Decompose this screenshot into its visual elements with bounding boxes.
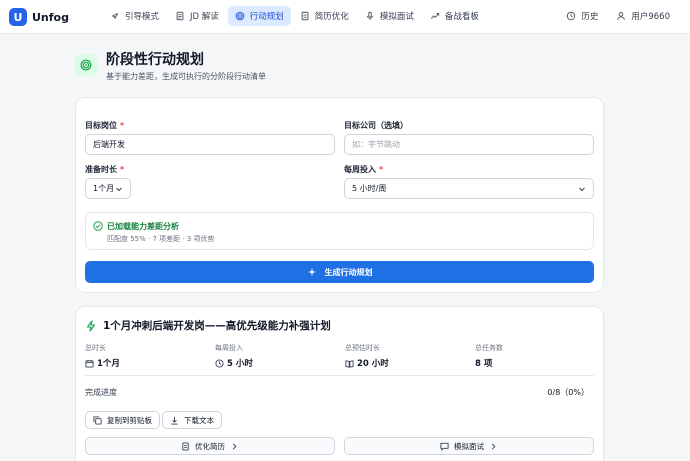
trend-icon [430,13,440,19]
generate-plan-button[interactable]: 生成行动规划 [85,261,594,283]
user-name: 用户9660 [631,12,670,22]
target-role-label: 目标岗位 * [85,121,125,130]
duration-label: 准备时长 * [85,165,125,174]
book-icon [345,359,354,368]
history-label: 历史 [581,12,599,22]
duration-select[interactable]: 1个月 [85,178,131,199]
page-subtitle: 基于能力差距，生成可执行的分阶段行动清单 [106,72,266,81]
stat-label: 总预估时长 [345,344,380,352]
user-nav: 历史 用户9660 [560,6,676,26]
nav-item-label: 备战看板 [444,12,479,22]
stat-task-count: 总任务数 8 项 [475,343,503,369]
history-icon [567,11,576,21]
chevron-down-icon [579,187,585,191]
stat-weekly-time: 每周投入 5 小时 [215,343,253,369]
gap-analysis-summary: 匹配度 55% · 7 项差距 · 3 项优势 [107,235,215,243]
file-edit-icon [182,441,189,451]
nav-item-label: 简历优化 [314,12,349,22]
download-text-button[interactable]: 下载文本 [162,411,222,429]
chevron-down-icon [116,187,122,191]
chevron-right-icon [491,442,496,450]
microphone-icon [366,11,373,20]
brand-name: Unfog [32,10,69,24]
user-menu-button[interactable]: 用户9660 [610,6,676,26]
copy-icon [93,415,102,425]
page-title: 阶段性行动规划 [106,52,204,68]
download-icon [171,416,178,425]
document-icon [176,11,184,21]
weekly-label: 每周投入 * [344,165,384,174]
unfog-logo-icon: U [9,8,27,26]
target-icon [235,11,245,21]
nav-item-label: 模拟面试 [379,12,414,22]
nav-item-label: JD 解读 [190,12,219,22]
chevron-right-icon [232,442,237,450]
optimize-resume-label: 优化简历 [195,441,225,451]
copy-label: 复制到剪贴板 [107,415,152,425]
stat-total-duration: 总时长 1个月 [85,343,120,369]
nav-item-action-plan[interactable]: 行动规划 [227,6,291,26]
copy-to-clipboard-button[interactable]: 复制到剪贴板 [85,411,160,429]
nav-item-jd-analysis[interactable]: JD 解读 [168,6,226,26]
target-company-label: 目标公司（选填） [344,121,408,130]
compass-icon [112,13,118,19]
nav-item-label: 行动规划 [249,12,284,22]
clock-icon [215,358,224,368]
plan-form-card: 目标岗位* 目标公司（选填） 准备时长* 1个月 每周投入* 5 小时/周 已加… [75,97,604,293]
stat-label: 总时长 [85,344,106,352]
chat-icon [440,442,449,451]
stat-label: 总任务数 [475,344,503,352]
history-button[interactable]: 历史 [560,6,604,26]
mock-interview-label: 模拟面试 [454,441,484,451]
target-company-input[interactable] [344,134,594,155]
progress-label: 完成进度 [85,388,117,397]
nav-item-mock-interview[interactable]: 模拟面试 [358,6,421,26]
mock-interview-button[interactable]: 模拟面试 [344,437,594,455]
target-role-input[interactable] [85,134,335,155]
progress-value: 0/8（0%） [547,388,589,397]
main-nav: 引导模式 JD 解读 行动规划 简历优化 模拟面试 备战看板 [103,6,486,26]
user-icon [617,12,626,20]
generate-plan-label: 生成行动规划 [324,267,373,277]
sparkle-icon [307,267,316,277]
top-navigation-bar: U Unfog 引导模式 JD 解读 行动规划 简历优化 模拟面试 备战看板 历… [0,0,690,34]
plan-title-text: 1个月冲刺后端开发岗——高优先级能力补强计划 [103,320,331,332]
gap-analysis-title: 已加载能力差距分析 [107,222,179,231]
duration-value: 1个月 [93,184,115,193]
weekly-value: 5 小时/周 [352,184,387,193]
plan-result-card: 1个月冲刺后端开发岗——高优先级能力补强计划 总时长 1个月 每周投入 5 小时… [75,306,604,461]
calendar-icon [85,359,94,368]
target-icon [75,54,97,76]
weekly-select[interactable]: 5 小时/周 [344,178,594,199]
stat-label: 每周投入 [215,344,243,352]
divider [85,375,594,376]
download-label: 下载文本 [184,415,214,425]
nav-item-prep-dashboard[interactable]: 备战看板 [423,6,486,26]
stat-value: 5 小时 [227,359,253,369]
stat-estimated-hours: 总预估时长 20 小时 [345,343,389,369]
brand[interactable]: U Unfog [9,8,69,26]
stat-value: 8 项 [475,359,493,369]
file-edit-icon [301,11,309,21]
nav-item-resume-optimize[interactable]: 简历优化 [293,6,356,26]
page-header: 阶段性行动规划 基于能力差距，生成可执行的分阶段行动清单 [75,50,266,82]
stat-value: 1个月 [97,359,120,369]
check-circle-icon [93,221,103,231]
nav-item-label: 引导模式 [125,12,160,22]
nav-item-guide-mode[interactable]: 引导模式 [103,6,166,26]
lightning-icon [86,319,96,332]
plan-title: 1个月冲刺后端开发岗——高优先级能力补强计划 [85,318,331,333]
stat-value: 20 小时 [357,359,389,369]
gap-analysis-status: 已加载能力差距分析 匹配度 55% · 7 项差距 · 3 项优势 [85,212,594,250]
optimize-resume-button[interactable]: 优化简历 [85,437,335,455]
